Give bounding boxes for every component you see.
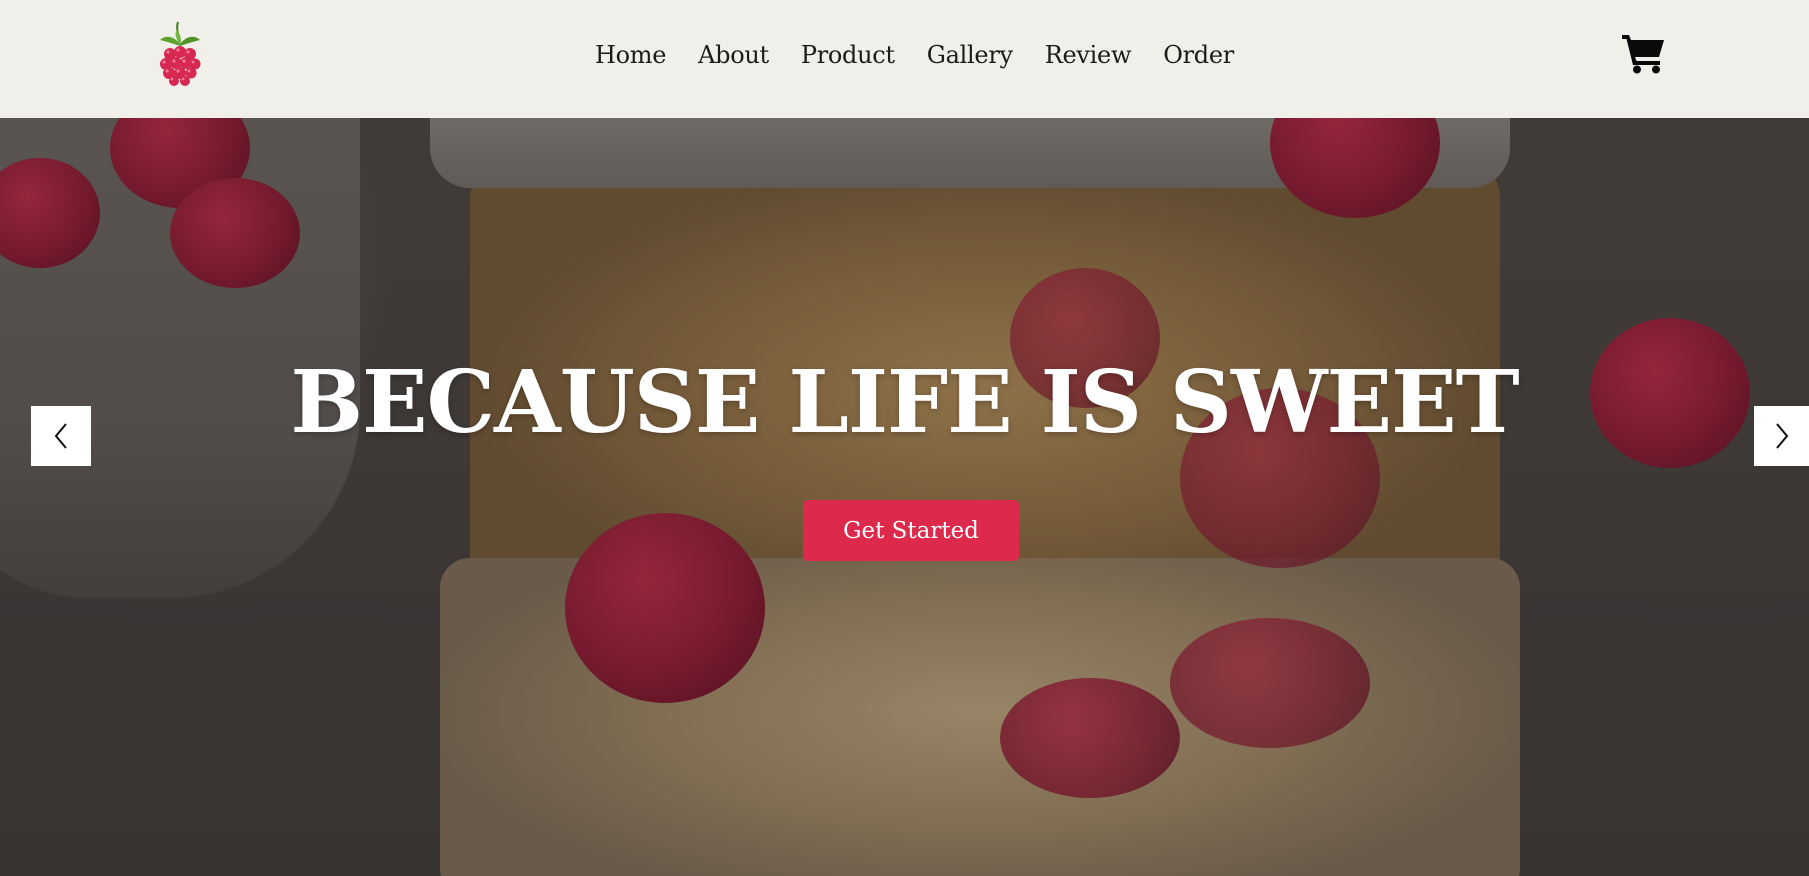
shopping-cart-icon[interactable] xyxy=(1622,32,1666,74)
hero-slider: BECAUSE LIFE IS SWEET Get Started xyxy=(0,118,1809,876)
raspberry-icon[interactable] xyxy=(156,20,204,88)
nav-product[interactable]: Product xyxy=(801,38,895,72)
nav-about[interactable]: About xyxy=(698,38,769,72)
nav-order[interactable]: Order xyxy=(1163,38,1234,72)
next-slide-button[interactable] xyxy=(1754,406,1809,466)
nav-home[interactable]: Home xyxy=(595,38,666,72)
chevron-left-icon xyxy=(54,423,67,449)
get-started-button[interactable]: Get Started xyxy=(803,500,1019,561)
prev-slide-button[interactable] xyxy=(31,406,91,466)
site-header: Home About Product Gallery Review Order xyxy=(0,0,1809,118)
chevron-right-icon xyxy=(1776,423,1789,449)
dark-overlay xyxy=(0,118,1809,876)
main-nav: Home About Product Gallery Review Order xyxy=(595,38,1234,72)
nav-gallery[interactable]: Gallery xyxy=(927,38,1013,72)
nav-review[interactable]: Review xyxy=(1045,38,1132,72)
hero-title: BECAUSE LIFE IS SWEET xyxy=(290,352,1519,453)
